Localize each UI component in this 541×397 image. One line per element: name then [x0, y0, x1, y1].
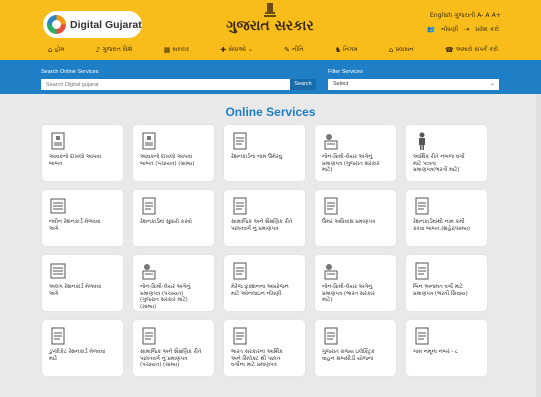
- card-list-icon: [50, 263, 66, 279]
- service-card-label: ગુજરાત રાજ્ય ઇલેક્ટ્રિક વાહન સબસીડી યોજન…: [322, 349, 375, 362]
- service-card-label: ઉંમર અધિવાસ પ્રમાણપત્ર: [322, 219, 376, 225]
- service-card-label: અલગ રેશનકાર્ડ મેળવવા અંગે: [49, 284, 102, 297]
- ration-card-icon: [233, 132, 247, 150]
- service-card[interactable]: આવકનો દાખલો આપવા બાબત: [42, 125, 123, 181]
- card-list-icon: [50, 198, 66, 214]
- search-input[interactable]: [41, 79, 290, 90]
- account-links: 👥 નોંધણી ⇥ પ્રવેશ કરો: [423, 25, 499, 34]
- chevron-down-icon: ⌄: [489, 81, 495, 87]
- person-standing-icon: [419, 132, 425, 150]
- service-card[interactable]: ઉંમર અધિવાસ પ્રમાણપત્ર: [315, 190, 396, 246]
- service-card-label: આવકનો દાખલો આપવા બાબત: [49, 154, 102, 167]
- state-emblem-icon: [264, 3, 276, 17]
- mobile-document-icon: [233, 327, 247, 345]
- section-title: Online Services: [225, 105, 316, 119]
- form-document-icon: [415, 327, 429, 345]
- id-badge-icon: [324, 197, 338, 215]
- nav-item-corporation[interactable]: ♞ નિગમ: [335, 44, 358, 56]
- service-card[interactable]: ગામ નમૂના નંબર - ૮: [406, 320, 487, 376]
- service-card[interactable]: આર્થિક રીતે નબળા વર્ગો માટે પાત્રતા પ્રમ…: [406, 125, 487, 181]
- remove-document-icon: [415, 197, 429, 215]
- service-card[interactable]: ડુપ્લીકેટ રેશનકાર્ડ મેળવવા માટે: [42, 320, 123, 376]
- people-icon: ♞: [334, 46, 342, 54]
- login-link[interactable]: ⇥ પ્રવેશ કરો: [464, 26, 499, 33]
- service-card[interactable]: સામાજિક અને શૈક્ષણિક રીતે પછાતવર્ગ નું પ…: [224, 190, 305, 246]
- building-icon: ▦: [163, 46, 171, 54]
- person-certificate-icon: [142, 264, 156, 280]
- id-certificate-icon: [233, 197, 247, 215]
- register-link[interactable]: 👥 નોંધણી: [427, 26, 458, 33]
- search-button[interactable]: Search: [290, 79, 316, 90]
- search-label: Search Online Services: [41, 69, 99, 75]
- party-icon: [233, 262, 247, 280]
- service-card-label: નોન-ક્રિમી-લેયર અંગેનું પ્રમાણપત્ર (ગુજર…: [322, 154, 380, 174]
- id-certificate-icon: [142, 327, 156, 345]
- service-card[interactable]: સામાજિક અને શૈક્ષણિક રીતે પછાતવર્ગ નું પ…: [133, 320, 214, 376]
- service-card[interactable]: રેશનકાર્ડના નામ ઉમેરવુ: [224, 125, 305, 181]
- service-card-label: બિન અનામત વર્ગો માટે પ્રમાણપત્ર (ભરતી સિ…: [413, 284, 468, 297]
- service-card-label: સામાજિક અને શૈક્ષણિક રીતે પછાતવર્ગ નું પ…: [231, 219, 293, 232]
- service-card-label: મેરેજ ફંક્શનના આયોજન માટે ઓનલાઇન નોંધણી: [231, 284, 289, 297]
- document-icon: [51, 132, 65, 150]
- person-certificate-icon: [324, 134, 338, 150]
- home-icon: ⌂: [48, 46, 53, 54]
- service-card[interactable]: ભારત સરકારના આર્થિક અને સિલેક્ટ થી પછાત …: [224, 320, 305, 376]
- nav-item-government[interactable]: ▦ સરકાર: [164, 44, 189, 56]
- document-icon: [142, 132, 156, 150]
- service-card-label: ભારત સરકારના આર્થિક અને સિલેક્ટ થી પછાત …: [231, 349, 283, 369]
- site-header: Digital Gujarat ગુજરાત સરકાર English ગુજ…: [0, 0, 541, 60]
- bell-icon: ♪: [95, 46, 101, 54]
- service-card-label: રેશનકાર્ડના નામ ઉમેરવુ: [231, 154, 282, 160]
- nav-item-contact-us[interactable]: ☎ અમારો સંપર્ક કરો: [445, 44, 498, 56]
- person-certificate-icon: [324, 264, 338, 280]
- nav-item-policy[interactable]: ✎ નીતિ: [284, 44, 303, 56]
- site-title: ગુજરાત સરકાર: [226, 18, 314, 34]
- service-card[interactable]: અલગ રેશનકાર્ડ મેળવવા અંગે: [42, 255, 123, 311]
- service-card[interactable]: મેરેજ ફંક્શનના આયોજન માટે ઓનલાઇન નોંધણી: [224, 255, 305, 311]
- service-card-label: સામાજિક અને શૈક્ષણિક રીતે પછાતવર્ગ નું પ…: [140, 349, 202, 369]
- service-card-label: નવીન રેશનકાર્ડ મેળવવા અંગે: [49, 219, 101, 232]
- policy-icon: ✎: [284, 46, 291, 54]
- bell-icon: ⌂: [388, 46, 394, 54]
- filter-label: Filter Services: [328, 69, 363, 75]
- service-card[interactable]: નોન-ક્રિમી-લેયર અંગેનું પ્રમાણપત્ર (પંચા…: [133, 255, 214, 311]
- logo-mark-icon: [47, 15, 66, 34]
- service-card-label: નોન-ક્રિમી-લેયર અંગેનું પ્રમાણપત્ર (પંચા…: [140, 284, 191, 310]
- service-card-label: રેશનકાર્ડમાં સુધારો કરવો: [140, 219, 192, 225]
- nav-item-services[interactable]: ✚ સેવાઓ ⌄: [220, 44, 253, 56]
- service-card-label: નોન-ક્રિમી-લેયર અંગેનું પ્રમાણપત્ર (ભારત…: [322, 284, 375, 304]
- phone-icon: ☎: [444, 46, 454, 54]
- services-icon: ✚: [220, 46, 227, 54]
- service-card[interactable]: રેશનકાર્ડમાં સુધારો કરવો: [133, 190, 214, 246]
- service-card[interactable]: નવીન રેશનકાર્ડ મેળવવા અંગે: [42, 190, 123, 246]
- blank-document-icon: [324, 327, 338, 345]
- service-card-label: ડુપ્લીકેટ રેશનકાર્ડ મેળવવા માટે: [49, 349, 106, 362]
- edit-document-icon: [142, 197, 156, 215]
- duplicate-card-icon: [51, 327, 65, 345]
- service-card-label: આર્થિક રીતે નબળા વર્ગો માટે પાત્રતા પ્રમ…: [413, 154, 465, 174]
- certificate-ribbon-icon: [415, 262, 429, 280]
- filter-select[interactable]: Select ⌄: [328, 79, 499, 90]
- service-card[interactable]: નોન-ક્રિમી-લેયર અંગેનું પ્રમાણપત્ર (ગુજર…: [315, 125, 396, 181]
- nav-item-home[interactable]: ⌂ હોમ: [48, 44, 64, 56]
- logo-text: Digital Gujarat: [70, 18, 142, 31]
- service-card[interactable]: આવકનો દાખલો આપવા બાબત (પંચાયત) (ગ્રામ્ય): [133, 125, 214, 181]
- service-card[interactable]: રેશનકાર્ડમાંથી નામ કમી કરવા બાબત.(શહેર/ગ…: [406, 190, 487, 246]
- language-font-links[interactable]: English ગુજરાતી A- A A+: [430, 12, 501, 20]
- service-card[interactable]: બિન અનામત વર્ગો માટે પ્રમાણપત્ર (ભરતી સિ…: [406, 255, 487, 311]
- digital-gujarat-logo[interactable]: Digital Gujarat: [43, 11, 142, 38]
- service-card[interactable]: ગુજરાત રાજ્ય ઇલેક્ટ્રિક વાહન સબસીડી યોજન…: [315, 320, 396, 376]
- service-card[interactable]: નોન-ક્રિમી-લેયર અંગેનું પ્રમાણપત્ર (ભારત…: [315, 255, 396, 311]
- service-card-label: રેશનકાર્ડમાંથી નામ કમી કરવા બાબત.(શહેર/ગ…: [413, 219, 471, 232]
- service-card-label: ગામ નમૂના નંબર - ૮: [413, 349, 459, 355]
- service-card-label: આવકનો દાખલો આપવા બાબત (પંચાયત) (ગ્રામ્ય): [140, 154, 195, 167]
- nav-item-tourism[interactable]: ⌂ પ્રવાસન: [389, 44, 414, 56]
- scrollbar[interactable]: [536, 94, 541, 397]
- nav-item-about-gujarat[interactable]: ♪ ગુજરાત વિશે: [96, 44, 133, 56]
- main-nav: ⌂ હોમ ♪ ગુજરાત વિશે ▦ સરકાર ✚ સેવાઓ ⌄ ✎ નીતિ …: [48, 44, 498, 56]
- filter-selected-value: Select: [333, 81, 349, 87]
